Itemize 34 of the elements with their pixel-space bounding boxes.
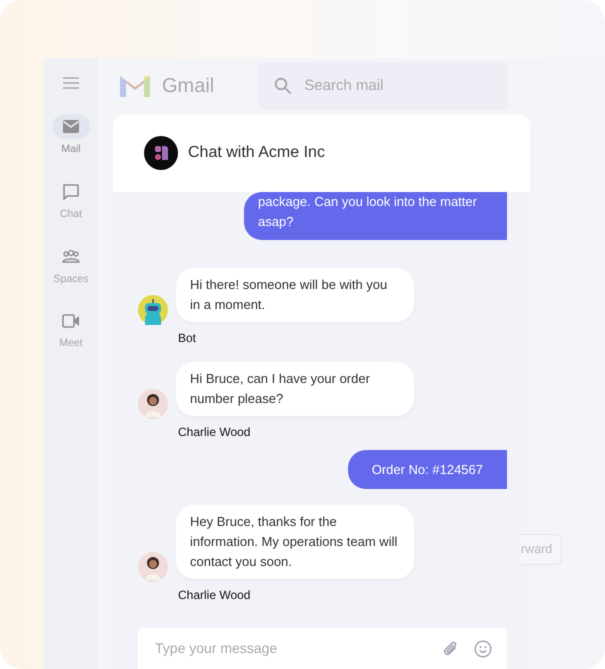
- message-bubble: Order No: #124567: [348, 450, 507, 489]
- menu-button[interactable]: [62, 76, 80, 90]
- company-logo-icon: [144, 136, 178, 170]
- person-avatar-icon: [138, 552, 168, 582]
- attach-button[interactable]: [442, 640, 458, 658]
- robot-avatar-icon: [138, 295, 168, 325]
- search-bar[interactable]: Search mail: [258, 62, 508, 110]
- smiley-icon: [474, 640, 492, 658]
- app-name: Gmail: [162, 74, 214, 99]
- chat-icon: [62, 182, 80, 200]
- forward-button[interactable]: rward: [520, 534, 562, 565]
- chat-title: Chat with Acme Inc: [188, 143, 325, 163]
- message-bubble: Hi there! someone will be with you in a moment.: [176, 268, 414, 322]
- search-input[interactable]: Search mail: [302, 74, 482, 98]
- nav-item[interactable]: Meet: [52, 308, 90, 352]
- sender-name: Charlie Wood: [178, 425, 252, 440]
- person-avatar-icon: [138, 389, 168, 419]
- people-icon: [62, 248, 80, 264]
- nav-item[interactable]: Chat: [52, 178, 90, 222]
- message-bubble: Hey Bruce, thanks for the information. My operations team will contact you soon.: [176, 505, 414, 579]
- nav-item[interactable]: Spaces: [52, 244, 90, 288]
- video-icon: [62, 312, 80, 330]
- search-icon: [274, 77, 292, 95]
- sender-name: Charlie Wood: [178, 588, 252, 603]
- sender-name: Bot: [178, 331, 198, 346]
- mail-icon: [62, 118, 80, 135]
- menu-icon: [62, 76, 80, 90]
- gmail-logo-icon: [118, 73, 152, 99]
- message-bar[interactable]: Type your message: [138, 628, 507, 669]
- paperclip-icon: [442, 640, 458, 658]
- message-bubble: package. Can you look into the matter asap?: [244, 192, 507, 240]
- message-input[interactable]: Type your message: [153, 637, 442, 660]
- emoji-button[interactable]: [474, 640, 492, 658]
- message-bubble: Hi Bruce, can I have your order number please?: [176, 362, 414, 416]
